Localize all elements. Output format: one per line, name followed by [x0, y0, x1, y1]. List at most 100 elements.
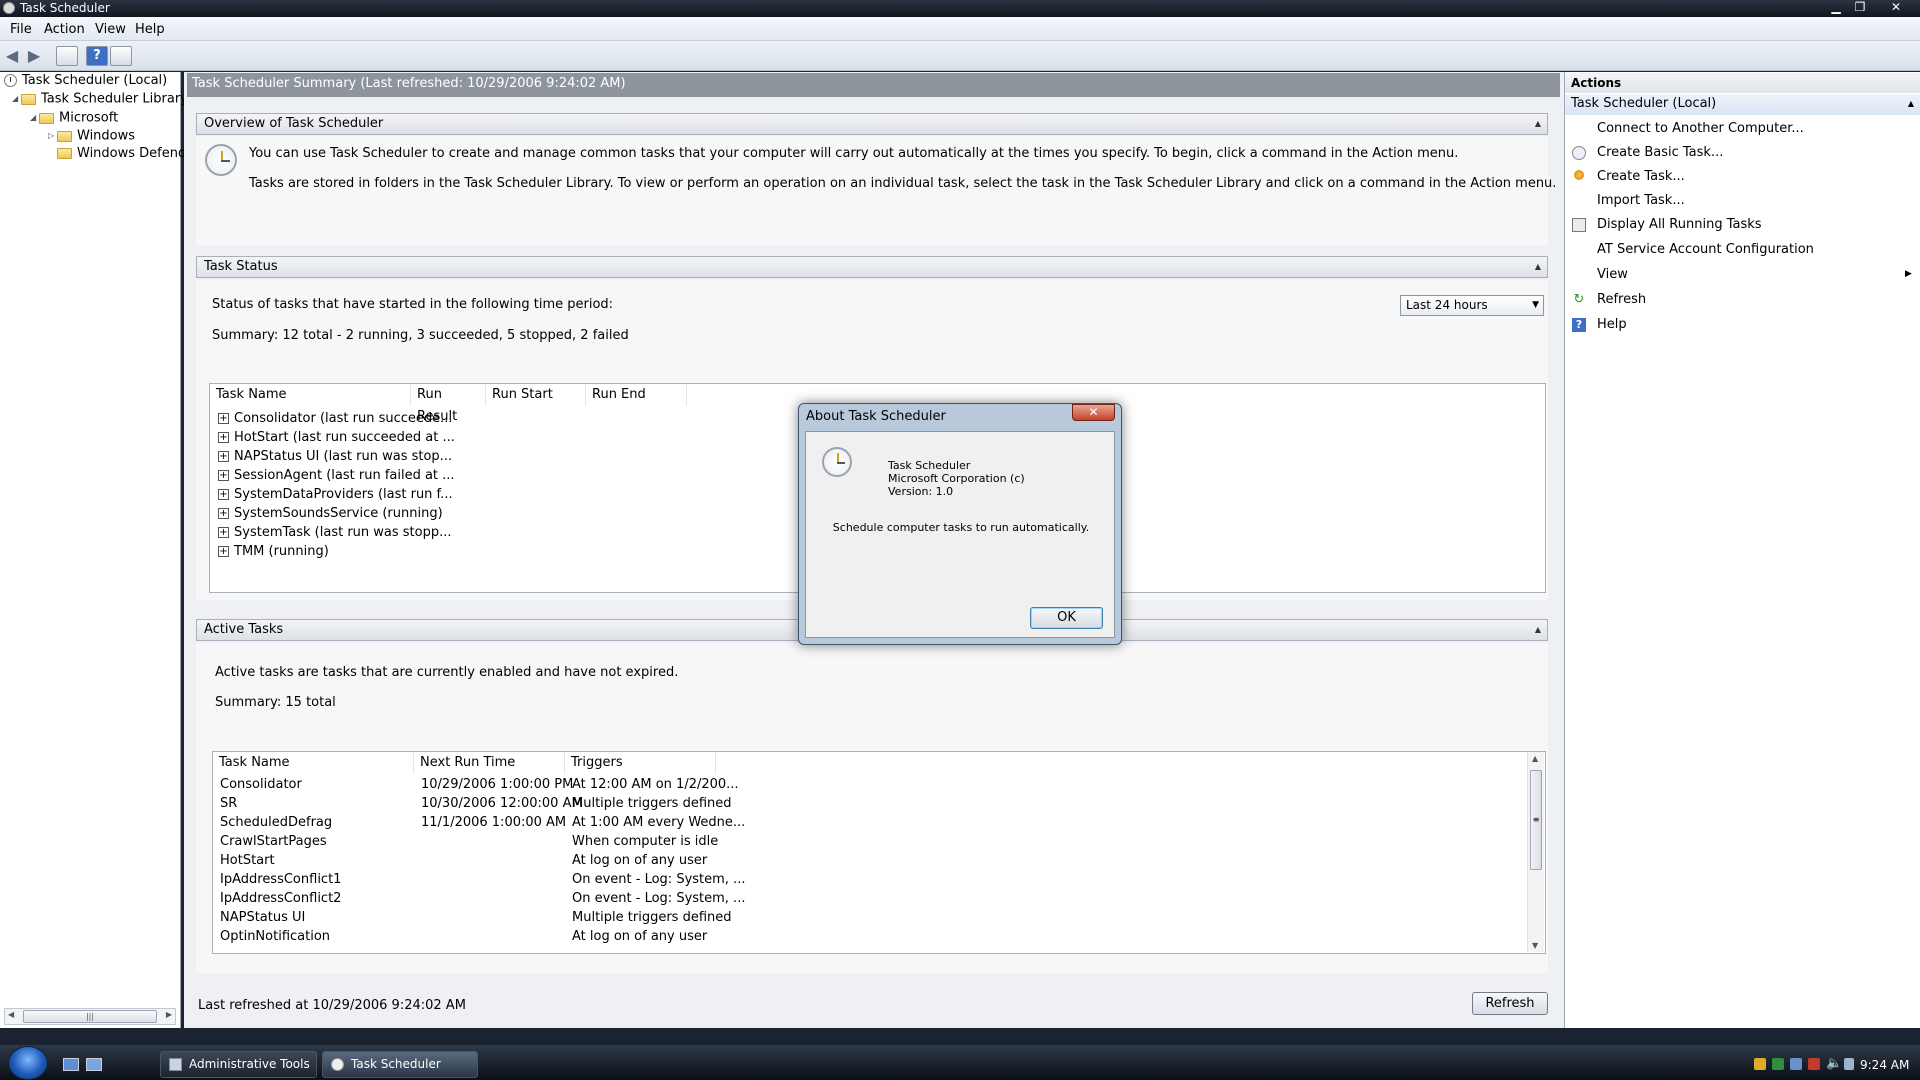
menu-file[interactable]: File	[10, 22, 32, 37]
scroll-thumb[interactable]: |||	[23, 1010, 157, 1023]
tree-item-library[interactable]: ◢ Task Scheduler Library	[12, 90, 188, 108]
action-display-running[interactable]: Display All Running Tasks	[1597, 217, 1762, 232]
start-button[interactable]	[8, 1046, 48, 1080]
menu-help[interactable]: Help	[135, 22, 165, 37]
collapse-icon[interactable]: ▲	[1535, 114, 1541, 134]
switch-windows-icon[interactable]	[86, 1058, 102, 1071]
volume-icon[interactable]: 🔈	[1826, 1056, 1842, 1071]
tree-item-windows[interactable]: ▷ Windows	[48, 127, 135, 145]
create-task-icon	[1574, 170, 1584, 180]
menu-action[interactable]: Action	[44, 22, 85, 37]
actions-subheader[interactable]: Task Scheduler (Local) ▲	[1565, 94, 1920, 115]
table-row[interactable]: + SystemTask (last run was stopp...	[218, 523, 452, 542]
column-header[interactable]: Triggers	[565, 752, 716, 774]
active-tasks-vertical-scrollbar[interactable]: ▲ ≡ ▼	[1527, 752, 1544, 952]
column-header[interactable]: Task Name	[213, 752, 414, 774]
help-icon: ?	[1572, 318, 1586, 332]
collapse-icon[interactable]: ▲	[1908, 94, 1914, 114]
column-header[interactable]: Run Start	[486, 384, 586, 406]
expand-icon[interactable]: +	[218, 546, 229, 557]
about-dialog: About Task Scheduler ✕ Task Scheduler Mi…	[798, 403, 1122, 645]
table-row[interactable]: + SystemSoundsService (running)	[218, 504, 443, 523]
scroll-right-icon[interactable]: ▶	[166, 1010, 172, 1019]
task-status-header[interactable]: Task Status ▲	[196, 256, 1548, 278]
task-scheduler-icon	[3, 2, 15, 14]
minimize-button[interactable]: ▁	[1825, 0, 1847, 15]
show-desktop-icon[interactable]	[63, 1058, 79, 1071]
expand-icon[interactable]: +	[218, 451, 229, 462]
scroll-down-icon[interactable]: ▼	[1532, 941, 1538, 950]
action-create-task[interactable]: Create Task...	[1597, 169, 1685, 184]
collapse-icon[interactable]: ▲	[1535, 620, 1541, 640]
tree-item-microsoft[interactable]: ◢ Microsoft	[30, 109, 118, 127]
folder-icon	[21, 93, 36, 105]
forward-arrow-icon[interactable]: ▶	[25, 47, 43, 65]
overview-header[interactable]: Overview of Task Scheduler ▲	[196, 113, 1548, 135]
time-period-select[interactable]: Last 24 hours ▼	[1400, 295, 1544, 316]
action-connect[interactable]: Connect to Another Computer...	[1597, 121, 1804, 136]
action-create-basic-task[interactable]: Create Basic Task...	[1597, 145, 1723, 160]
actions-pane	[1564, 72, 1920, 1028]
expand-icon[interactable]: +	[218, 432, 229, 443]
dialog-product: Task Scheduler	[888, 459, 971, 472]
action-at-service[interactable]: AT Service Account Configuration	[1597, 242, 1814, 257]
show-hide-action-pane-icon[interactable]	[110, 46, 132, 66]
close-button[interactable]: ✕	[1885, 0, 1907, 15]
running-tasks-icon	[1572, 218, 1586, 232]
network-icon[interactable]	[1790, 1058, 1802, 1070]
table-row[interactable]: + TMM (running)	[218, 542, 329, 561]
expand-icon[interactable]: +	[218, 470, 229, 481]
help-icon[interactable]: ?	[86, 46, 108, 66]
taskbar-clock[interactable]: 9:24 AM	[1860, 1058, 1909, 1072]
dialog-close-button[interactable]: ✕	[1072, 404, 1115, 421]
restore-button[interactable]: ❐	[1849, 0, 1871, 15]
ok-button[interactable]: OK	[1030, 607, 1103, 629]
clock-icon	[331, 1058, 344, 1071]
network-warning-icon[interactable]	[1808, 1058, 1820, 1070]
expand-arrow-icon[interactable]: ◢	[30, 109, 39, 127]
column-header[interactable]: Run Result	[411, 384, 486, 424]
action-help[interactable]: Help	[1597, 317, 1627, 332]
back-arrow-icon[interactable]: ◀	[3, 47, 21, 65]
taskbar-item-administrative-tools[interactable]: Administrative Tools	[160, 1051, 317, 1078]
scroll-left-icon[interactable]: ◀	[8, 1010, 14, 1019]
scroll-thumb[interactable]: ≡	[1530, 770, 1542, 870]
action-import-task[interactable]: Import Task...	[1597, 193, 1685, 208]
table-row[interactable]: + Consolidator (last run succeede...	[218, 409, 453, 428]
dialog-company: Microsoft Corporation (c)	[888, 472, 1025, 485]
tree-item-local[interactable]: Task Scheduler (Local)	[4, 72, 167, 90]
chevron-down-icon: ▼	[1532, 300, 1539, 310]
clock-icon	[822, 447, 852, 477]
action-view[interactable]: View	[1597, 267, 1628, 282]
expand-icon[interactable]: +	[218, 527, 229, 538]
table-row[interactable]: + SystemDataProviders (last run f...	[218, 485, 453, 504]
collapse-arrow-icon[interactable]: ▷	[48, 127, 57, 145]
menu-view[interactable]: View	[95, 22, 126, 37]
security-shield-icon[interactable]	[1754, 1058, 1766, 1070]
expand-icon[interactable]: +	[218, 413, 229, 424]
collapse-icon[interactable]: ▲	[1535, 257, 1541, 277]
create-basic-task-icon	[1572, 146, 1586, 160]
clock-icon	[205, 144, 237, 176]
scroll-up-icon[interactable]: ▲	[1532, 754, 1538, 763]
update-icon[interactable]	[1772, 1058, 1784, 1070]
refresh-button[interactable]: Refresh	[1472, 992, 1548, 1015]
column-header[interactable]: Task Name	[210, 384, 411, 406]
expand-arrow-icon[interactable]: ◢	[12, 90, 21, 108]
tree-item-windows-defender[interactable]: Windows Defende	[57, 145, 194, 163]
taskbar-item-task-scheduler[interactable]: Task Scheduler	[322, 1051, 478, 1078]
overview-text-2: Tasks are stored in folders in the Task …	[249, 176, 1557, 191]
table-row[interactable]: + NAPStatus UI (last run was stop...	[218, 447, 452, 466]
column-header[interactable]: Next Run Time	[414, 752, 565, 774]
tree-horizontal-scrollbar[interactable]: ◀ ||| ▶	[4, 1008, 176, 1025]
expand-icon[interactable]: +	[218, 489, 229, 500]
expand-icon[interactable]: +	[218, 508, 229, 519]
action-refresh[interactable]: Refresh	[1597, 292, 1646, 307]
table-row[interactable]: + HotStart (last run succeeded at ...	[218, 428, 455, 447]
table-row[interactable]: + SessionAgent (last run failed at ...	[218, 466, 455, 485]
column-header[interactable]: Run End	[586, 384, 687, 406]
status-period-label: Status of tasks that have started in the…	[212, 297, 614, 312]
show-hide-console-tree-icon[interactable]	[56, 46, 78, 66]
folder-icon	[57, 130, 72, 142]
power-icon[interactable]	[1844, 1058, 1854, 1070]
